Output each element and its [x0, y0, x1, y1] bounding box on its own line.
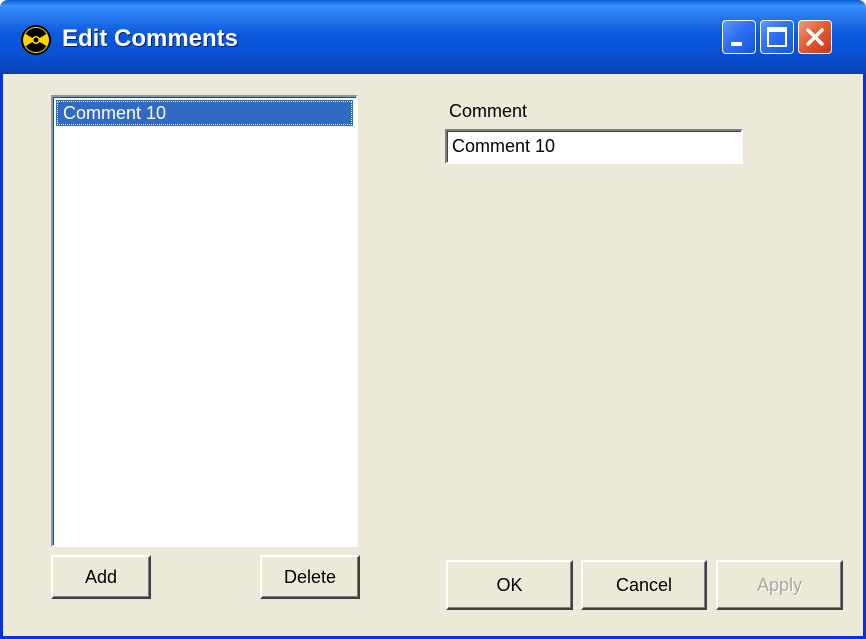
window-title: Edit Comments [62, 25, 239, 52]
radiation-icon [20, 24, 52, 56]
minimize-icon [731, 42, 742, 46]
list-item[interactable]: Comment 10 [56, 100, 353, 126]
cancel-button[interactable]: Cancel [581, 560, 707, 610]
maximize-button[interactable] [760, 20, 794, 54]
comment-label: Comment [449, 101, 528, 121]
close-button[interactable] [798, 20, 832, 54]
maximize-icon [767, 27, 787, 47]
ok-button[interactable]: OK [446, 560, 573, 610]
minimize-button[interactable] [722, 20, 756, 54]
comment-list[interactable]: Comment 10 [51, 95, 358, 547]
close-icon [806, 28, 824, 46]
add-button[interactable]: Add [51, 555, 151, 599]
comment-field[interactable] [445, 129, 743, 164]
apply-button[interactable]: Apply [716, 560, 843, 610]
edit-comments-dialog: Edit Comments Comment 10 Comment Add Del… [0, 0, 866, 639]
title-bar[interactable]: Edit Comments [0, 0, 866, 74]
delete-button[interactable]: Delete [260, 555, 360, 599]
